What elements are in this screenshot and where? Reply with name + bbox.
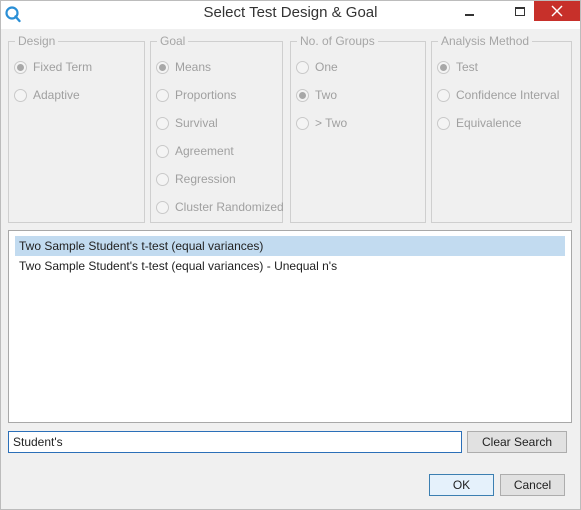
radio-label: Confidence Interval xyxy=(456,88,560,102)
window-title: Select Test Design & Goal xyxy=(203,4,378,21)
goal-option-survival[interactable]: Survival xyxy=(156,115,218,131)
goal-legend: Goal xyxy=(157,33,189,49)
radio-unchecked-icon[interactable] xyxy=(156,88,169,102)
title-bar[interactable]: Select Test Design & Goal xyxy=(1,1,580,29)
design-legend: Design xyxy=(15,33,59,49)
radio-label: Proportions xyxy=(175,88,237,102)
radio-label: Means xyxy=(175,60,212,74)
analysis-method-group: Analysis Method Test Confidence Interval… xyxy=(431,33,572,223)
radio-unchecked-icon[interactable] xyxy=(156,116,169,130)
design-option-fixed-term[interactable]: Fixed Term xyxy=(14,59,92,75)
radio-label: Agreement xyxy=(175,144,234,158)
radio-label: Fixed Term xyxy=(33,60,93,74)
analysis-option-equivalence[interactable]: Equivalence xyxy=(437,115,521,131)
dialog-window: Select Test Design & Goal Design Fixed T… xyxy=(0,0,581,510)
design-option-adaptive[interactable]: Adaptive xyxy=(14,87,80,103)
analysis-option-confidence-interval[interactable]: Confidence Interval xyxy=(437,87,559,103)
radio-checked-icon[interactable] xyxy=(156,60,169,74)
radio-label: Adaptive xyxy=(33,88,80,102)
goal-group: Goal Means Proportions Survival Agreemen… xyxy=(150,33,284,223)
analysis-method-legend: Analysis Method xyxy=(438,33,533,49)
radio-unchecked-icon[interactable] xyxy=(296,60,309,74)
radio-checked-icon[interactable] xyxy=(14,60,27,74)
radio-label: Regression xyxy=(175,172,236,186)
list-item[interactable]: Two Sample Student's t-test (equal varia… xyxy=(15,236,565,256)
goal-option-regression[interactable]: Regression xyxy=(156,171,236,187)
radio-label: Equivalence xyxy=(456,116,522,130)
radio-label: Survival xyxy=(175,116,218,130)
radio-checked-icon[interactable] xyxy=(437,60,450,74)
test-results-list[interactable]: Two Sample Student's t-test (equal varia… xyxy=(8,230,572,423)
close-button[interactable] xyxy=(534,1,580,21)
groups-option-more-than-two[interactable]: > Two xyxy=(296,115,347,131)
radio-unchecked-icon[interactable] xyxy=(437,88,450,102)
radio-unchecked-icon[interactable] xyxy=(437,116,450,130)
design-group: Design Fixed Term Adaptive xyxy=(8,33,145,223)
groups-count-group: No. of Groups One Two > Two xyxy=(290,33,426,223)
radio-label: Cluster Randomized xyxy=(175,200,284,214)
analysis-option-test[interactable]: Test xyxy=(437,59,478,75)
radio-unchecked-icon[interactable] xyxy=(156,172,169,186)
clear-search-button[interactable]: Clear Search xyxy=(467,431,567,453)
radio-unchecked-icon[interactable] xyxy=(156,200,169,214)
goal-option-cluster-randomized[interactable]: Cluster Randomized xyxy=(156,199,284,215)
list-item[interactable]: Two Sample Student's t-test (equal varia… xyxy=(15,256,565,276)
radio-label: Two xyxy=(315,88,338,102)
maximize-button[interactable] xyxy=(507,1,533,21)
radio-checked-icon[interactable] xyxy=(296,88,309,102)
goal-option-proportions[interactable]: Proportions xyxy=(156,87,236,103)
ok-button[interactable]: OK xyxy=(429,474,494,496)
radio-unchecked-icon[interactable] xyxy=(156,144,169,158)
radio-unchecked-icon[interactable] xyxy=(296,116,309,130)
maximize-icon xyxy=(515,6,525,16)
radio-label: > Two xyxy=(315,116,348,130)
cancel-button[interactable]: Cancel xyxy=(500,474,565,496)
search-input[interactable] xyxy=(8,431,462,453)
goal-option-means[interactable]: Means xyxy=(156,59,211,75)
minimize-icon xyxy=(464,14,474,16)
groups-option-two[interactable]: Two xyxy=(296,87,337,103)
radio-unchecked-icon[interactable] xyxy=(14,88,27,102)
minimize-button[interactable] xyxy=(456,1,482,21)
goal-option-agreement[interactable]: Agreement xyxy=(156,143,234,159)
groups-count-legend: No. of Groups xyxy=(297,33,378,49)
groups-option-one[interactable]: One xyxy=(296,59,338,75)
radio-label: Test xyxy=(456,60,479,74)
radio-label: One xyxy=(315,60,338,74)
close-icon xyxy=(551,5,563,17)
